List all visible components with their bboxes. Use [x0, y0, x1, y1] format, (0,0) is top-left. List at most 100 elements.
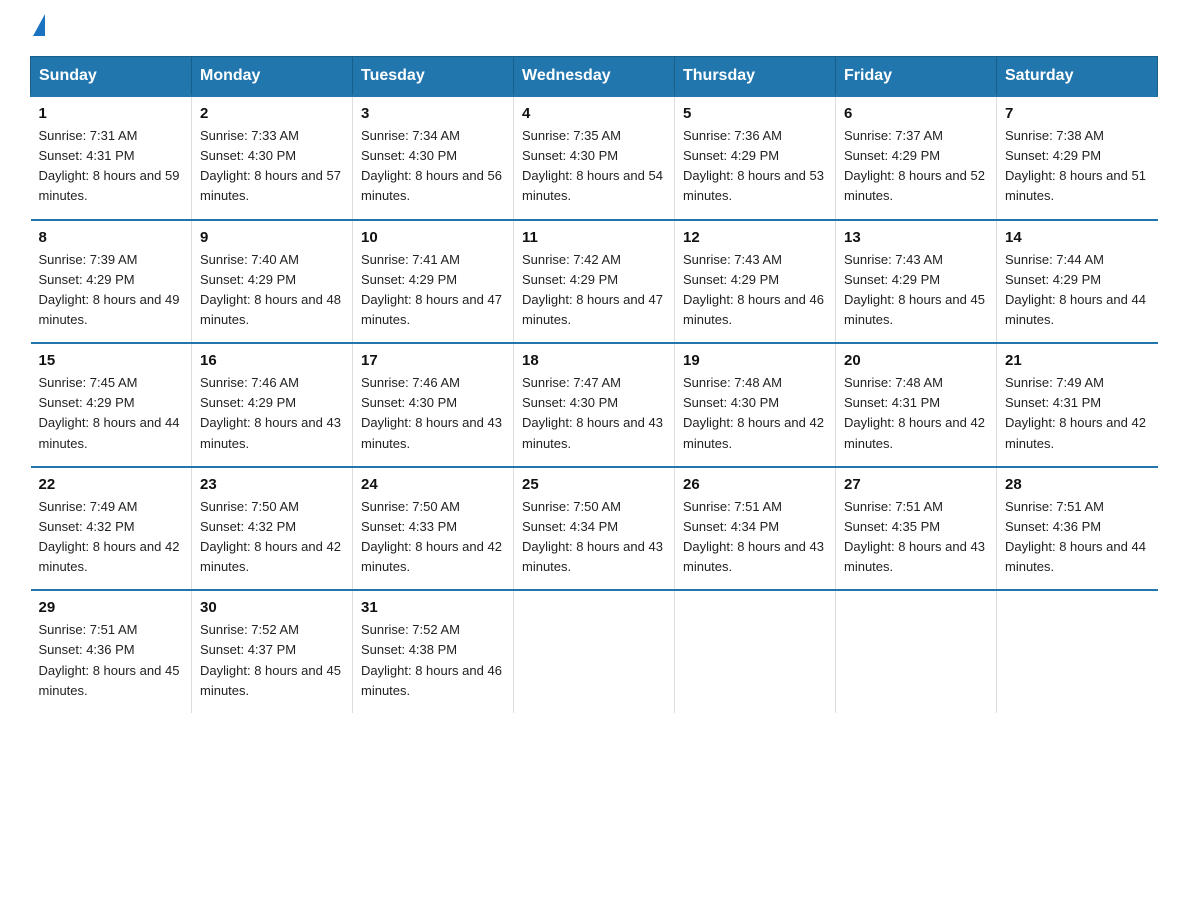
day-info: Sunrise: 7:45 AMSunset: 4:29 PMDaylight:…	[39, 375, 180, 450]
day-number: 15	[39, 352, 184, 369]
day-number: 29	[39, 599, 184, 616]
day-cell-21: 21 Sunrise: 7:49 AMSunset: 4:31 PMDaylig…	[997, 343, 1158, 467]
day-cell-3: 3 Sunrise: 7:34 AMSunset: 4:30 PMDayligh…	[353, 96, 514, 220]
day-number: 14	[1005, 229, 1150, 246]
day-info: Sunrise: 7:43 AMSunset: 4:29 PMDaylight:…	[844, 252, 985, 327]
day-number: 24	[361, 476, 505, 493]
day-info: Sunrise: 7:52 AMSunset: 4:38 PMDaylight:…	[361, 622, 502, 697]
day-info: Sunrise: 7:49 AMSunset: 4:31 PMDaylight:…	[1005, 375, 1146, 450]
day-info: Sunrise: 7:49 AMSunset: 4:32 PMDaylight:…	[39, 499, 180, 574]
day-cell-23: 23 Sunrise: 7:50 AMSunset: 4:32 PMDaylig…	[192, 467, 353, 591]
day-number: 28	[1005, 476, 1150, 493]
day-cell-1: 1 Sunrise: 7:31 AMSunset: 4:31 PMDayligh…	[31, 96, 192, 220]
day-info: Sunrise: 7:51 AMSunset: 4:36 PMDaylight:…	[1005, 499, 1146, 574]
day-info: Sunrise: 7:36 AMSunset: 4:29 PMDaylight:…	[683, 128, 824, 203]
day-cell-10: 10 Sunrise: 7:41 AMSunset: 4:29 PMDaylig…	[353, 220, 514, 344]
day-cell-20: 20 Sunrise: 7:48 AMSunset: 4:31 PMDaylig…	[836, 343, 997, 467]
day-info: Sunrise: 7:50 AMSunset: 4:33 PMDaylight:…	[361, 499, 502, 574]
day-info: Sunrise: 7:37 AMSunset: 4:29 PMDaylight:…	[844, 128, 985, 203]
day-info: Sunrise: 7:52 AMSunset: 4:37 PMDaylight:…	[200, 622, 341, 697]
day-cell-27: 27 Sunrise: 7:51 AMSunset: 4:35 PMDaylig…	[836, 467, 997, 591]
calendar-header-row: SundayMondayTuesdayWednesdayThursdayFrid…	[31, 57, 1158, 97]
day-cell-6: 6 Sunrise: 7:37 AMSunset: 4:29 PMDayligh…	[836, 96, 997, 220]
day-number: 30	[200, 599, 344, 616]
day-info: Sunrise: 7:43 AMSunset: 4:29 PMDaylight:…	[683, 252, 824, 327]
day-info: Sunrise: 7:47 AMSunset: 4:30 PMDaylight:…	[522, 375, 663, 450]
day-cell-26: 26 Sunrise: 7:51 AMSunset: 4:34 PMDaylig…	[675, 467, 836, 591]
header-monday: Monday	[192, 57, 353, 97]
day-info: Sunrise: 7:40 AMSunset: 4:29 PMDaylight:…	[200, 252, 341, 327]
day-cell-28: 28 Sunrise: 7:51 AMSunset: 4:36 PMDaylig…	[997, 467, 1158, 591]
logo	[30, 20, 45, 36]
day-cell-17: 17 Sunrise: 7:46 AMSunset: 4:30 PMDaylig…	[353, 343, 514, 467]
day-info: Sunrise: 7:38 AMSunset: 4:29 PMDaylight:…	[1005, 128, 1146, 203]
day-cell-25: 25 Sunrise: 7:50 AMSunset: 4:34 PMDaylig…	[514, 467, 675, 591]
day-number: 6	[844, 105, 988, 122]
day-cell-18: 18 Sunrise: 7:47 AMSunset: 4:30 PMDaylig…	[514, 343, 675, 467]
header-thursday: Thursday	[675, 57, 836, 97]
day-number: 1	[39, 105, 184, 122]
day-cell-7: 7 Sunrise: 7:38 AMSunset: 4:29 PMDayligh…	[997, 96, 1158, 220]
header-saturday: Saturday	[997, 57, 1158, 97]
day-cell-31: 31 Sunrise: 7:52 AMSunset: 4:38 PMDaylig…	[353, 590, 514, 713]
day-info: Sunrise: 7:33 AMSunset: 4:30 PMDaylight:…	[200, 128, 341, 203]
day-cell-13: 13 Sunrise: 7:43 AMSunset: 4:29 PMDaylig…	[836, 220, 997, 344]
header-sunday: Sunday	[31, 57, 192, 97]
day-number: 19	[683, 352, 827, 369]
day-info: Sunrise: 7:50 AMSunset: 4:34 PMDaylight:…	[522, 499, 663, 574]
empty-cell-4-3	[514, 590, 675, 713]
day-info: Sunrise: 7:35 AMSunset: 4:30 PMDaylight:…	[522, 128, 663, 203]
day-number: 22	[39, 476, 184, 493]
day-info: Sunrise: 7:48 AMSunset: 4:31 PMDaylight:…	[844, 375, 985, 450]
day-cell-14: 14 Sunrise: 7:44 AMSunset: 4:29 PMDaylig…	[997, 220, 1158, 344]
empty-cell-4-6	[997, 590, 1158, 713]
day-cell-16: 16 Sunrise: 7:46 AMSunset: 4:29 PMDaylig…	[192, 343, 353, 467]
day-cell-24: 24 Sunrise: 7:50 AMSunset: 4:33 PMDaylig…	[353, 467, 514, 591]
day-info: Sunrise: 7:42 AMSunset: 4:29 PMDaylight:…	[522, 252, 663, 327]
header-tuesday: Tuesday	[353, 57, 514, 97]
day-cell-12: 12 Sunrise: 7:43 AMSunset: 4:29 PMDaylig…	[675, 220, 836, 344]
empty-cell-4-5	[836, 590, 997, 713]
day-info: Sunrise: 7:46 AMSunset: 4:29 PMDaylight:…	[200, 375, 341, 450]
day-cell-9: 9 Sunrise: 7:40 AMSunset: 4:29 PMDayligh…	[192, 220, 353, 344]
day-number: 8	[39, 229, 184, 246]
day-number: 26	[683, 476, 827, 493]
day-number: 18	[522, 352, 666, 369]
header-wednesday: Wednesday	[514, 57, 675, 97]
day-info: Sunrise: 7:46 AMSunset: 4:30 PMDaylight:…	[361, 375, 502, 450]
day-cell-4: 4 Sunrise: 7:35 AMSunset: 4:30 PMDayligh…	[514, 96, 675, 220]
day-number: 3	[361, 105, 505, 122]
day-number: 20	[844, 352, 988, 369]
day-number: 9	[200, 229, 344, 246]
day-info: Sunrise: 7:51 AMSunset: 4:34 PMDaylight:…	[683, 499, 824, 574]
day-cell-30: 30 Sunrise: 7:52 AMSunset: 4:37 PMDaylig…	[192, 590, 353, 713]
day-info: Sunrise: 7:34 AMSunset: 4:30 PMDaylight:…	[361, 128, 502, 203]
day-info: Sunrise: 7:44 AMSunset: 4:29 PMDaylight:…	[1005, 252, 1146, 327]
page-header	[30, 20, 1158, 36]
day-cell-29: 29 Sunrise: 7:51 AMSunset: 4:36 PMDaylig…	[31, 590, 192, 713]
day-info: Sunrise: 7:41 AMSunset: 4:29 PMDaylight:…	[361, 252, 502, 327]
week-row-2: 8 Sunrise: 7:39 AMSunset: 4:29 PMDayligh…	[31, 220, 1158, 344]
day-number: 23	[200, 476, 344, 493]
day-number: 4	[522, 105, 666, 122]
week-row-4: 22 Sunrise: 7:49 AMSunset: 4:32 PMDaylig…	[31, 467, 1158, 591]
day-number: 12	[683, 229, 827, 246]
day-cell-2: 2 Sunrise: 7:33 AMSunset: 4:30 PMDayligh…	[192, 96, 353, 220]
day-cell-19: 19 Sunrise: 7:48 AMSunset: 4:30 PMDaylig…	[675, 343, 836, 467]
day-number: 17	[361, 352, 505, 369]
day-cell-11: 11 Sunrise: 7:42 AMSunset: 4:29 PMDaylig…	[514, 220, 675, 344]
calendar-table: SundayMondayTuesdayWednesdayThursdayFrid…	[30, 56, 1158, 713]
day-number: 16	[200, 352, 344, 369]
week-row-3: 15 Sunrise: 7:45 AMSunset: 4:29 PMDaylig…	[31, 343, 1158, 467]
day-number: 31	[361, 599, 505, 616]
week-row-1: 1 Sunrise: 7:31 AMSunset: 4:31 PMDayligh…	[31, 96, 1158, 220]
day-number: 2	[200, 105, 344, 122]
day-number: 25	[522, 476, 666, 493]
day-number: 27	[844, 476, 988, 493]
day-number: 13	[844, 229, 988, 246]
day-cell-8: 8 Sunrise: 7:39 AMSunset: 4:29 PMDayligh…	[31, 220, 192, 344]
day-info: Sunrise: 7:39 AMSunset: 4:29 PMDaylight:…	[39, 252, 180, 327]
day-info: Sunrise: 7:48 AMSunset: 4:30 PMDaylight:…	[683, 375, 824, 450]
day-info: Sunrise: 7:51 AMSunset: 4:35 PMDaylight:…	[844, 499, 985, 574]
day-number: 11	[522, 229, 666, 246]
